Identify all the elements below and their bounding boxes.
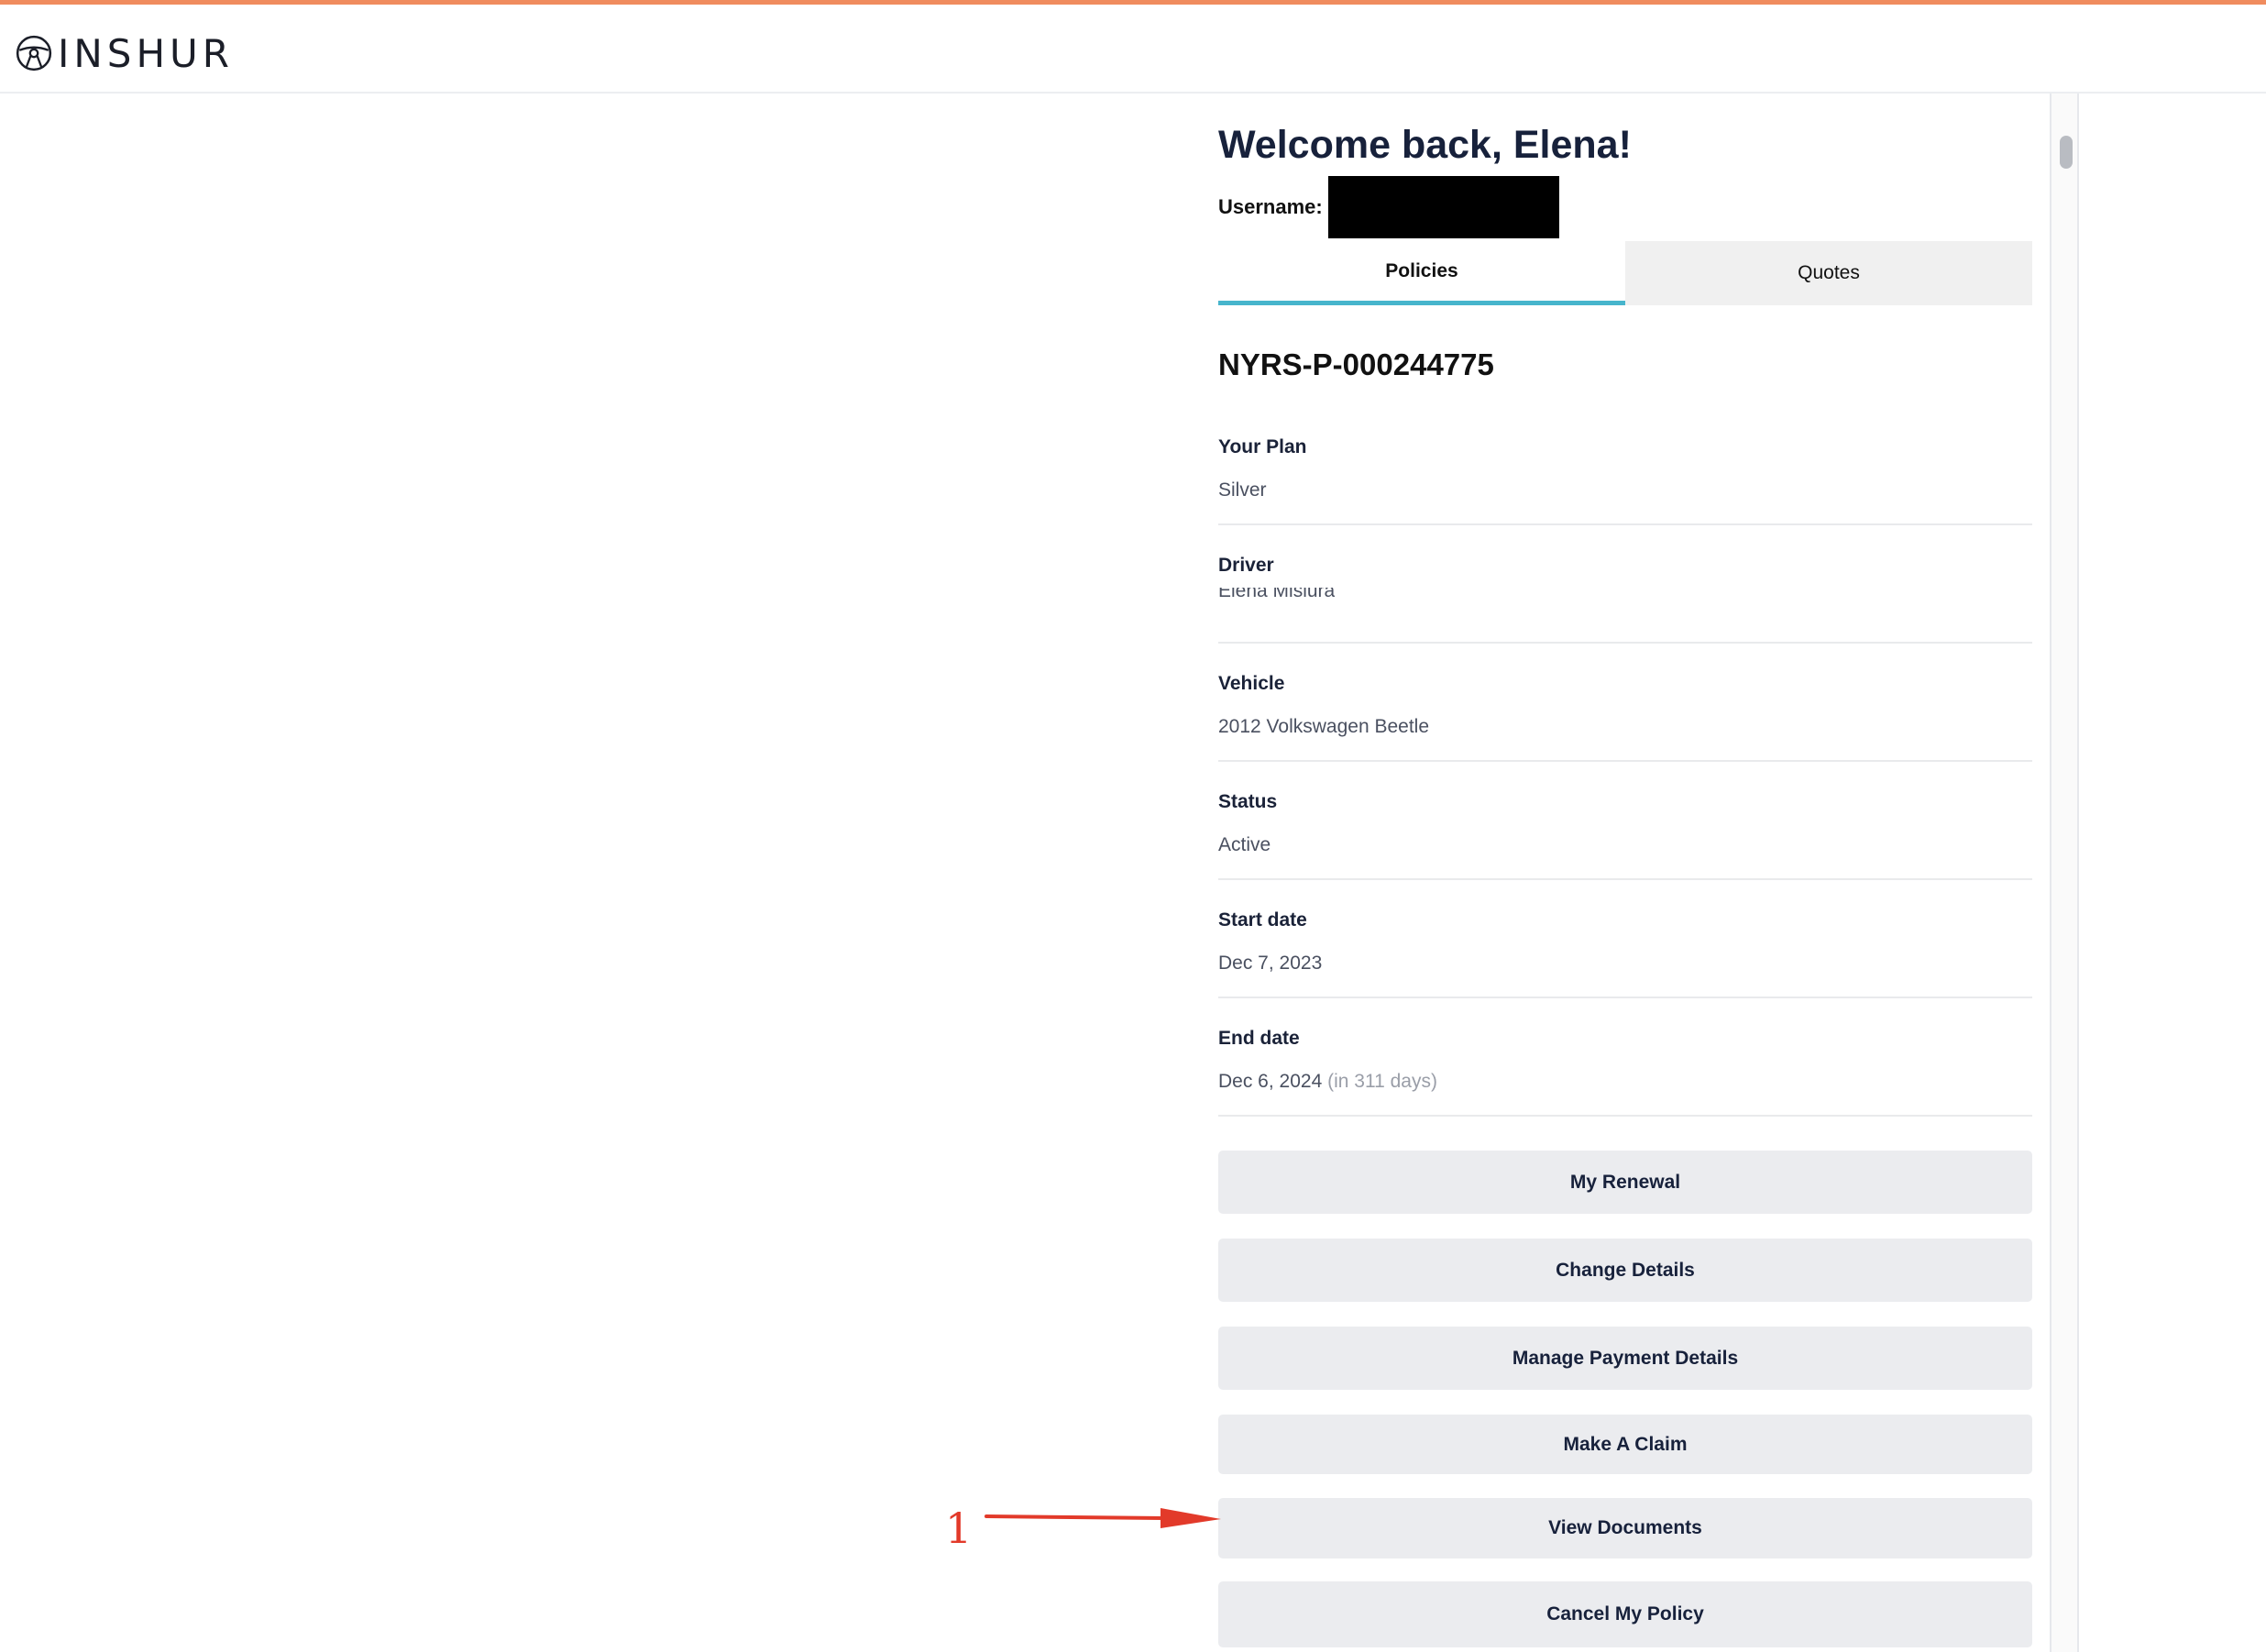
detail-label: Start date	[1218, 909, 1307, 931]
manage-payment-details-button[interactable]: Manage Payment Details	[1218, 1327, 2032, 1390]
username-redacted-box	[1327, 176, 1559, 238]
detail-row-plan: Your Plan Silver	[1218, 407, 2032, 525]
detail-value: Silver	[1218, 479, 1267, 501]
end-date-value: Dec 6, 2024	[1218, 1071, 1323, 1092]
detail-value: Dec 6, 2024 (in 311 days)	[1218, 1071, 1437, 1093]
detail-value: 2012 Volkswagen Beetle	[1218, 716, 1430, 737]
brand-logo[interactable]: INSHUR	[15, 30, 234, 76]
tab-quotes[interactable]: Quotes	[1625, 241, 2032, 305]
detail-row-start-date: Start date Dec 7, 2023	[1218, 880, 2032, 998]
policy-number: NYRS-P-000244775	[1218, 347, 1494, 381]
scrollbar-thumb[interactable]	[2060, 136, 2073, 169]
detail-value: Elena Misiura	[1218, 588, 1335, 606]
driver-name: Elena Misiura	[1218, 588, 1336, 601]
steering-wheel-icon	[16, 35, 52, 72]
change-details-button[interactable]: Change Details	[1218, 1239, 2032, 1302]
detail-row-status: Status Active	[1218, 762, 2032, 880]
detail-label: Status	[1218, 791, 1278, 812]
policy-tabs: Policies Quotes	[1218, 241, 2032, 305]
detail-label: Vehicle	[1218, 673, 1285, 694]
brand-name: INSHUR	[58, 30, 234, 76]
view-documents-button[interactable]: View Documents	[1218, 1498, 2032, 1558]
detail-label: Driver	[1218, 555, 1274, 576]
my-renewal-button[interactable]: My Renewal	[1218, 1151, 2032, 1214]
username-row: Username:	[1218, 176, 1559, 238]
make-a-claim-button[interactable]: Make A Claim	[1218, 1415, 2032, 1474]
site-header: INSHUR	[0, 5, 2266, 94]
annotation-number: 1	[945, 1503, 973, 1553]
vertical-scrollbar[interactable]	[2050, 94, 2079, 1652]
detail-row-end-date: End date Dec 6, 2024 (in 311 days)	[1218, 998, 2032, 1117]
cancel-my-policy-button[interactable]: Cancel My Policy	[1218, 1581, 2032, 1647]
detail-value: Dec 7, 2023	[1218, 953, 1323, 974]
policy-details: Your Plan Silver Driver Elena Misiura Ve…	[1218, 407, 2032, 1117]
detail-row-driver: Driver Elena Misiura	[1218, 525, 2032, 644]
detail-row-vehicle: Vehicle 2012 Volkswagen Beetle	[1218, 644, 2032, 762]
days-remaining-note: (in 311 days)	[1327, 1071, 1437, 1092]
annotation-arrow-icon	[984, 1508, 1221, 1528]
detail-label: Your Plan	[1218, 436, 1307, 457]
page-title: Welcome back, Elena!	[1218, 123, 1632, 167]
detail-value: Active	[1218, 834, 1271, 855]
tab-policies[interactable]: Policies	[1218, 241, 1625, 305]
username-label: Username:	[1218, 195, 1323, 218]
detail-label: End date	[1218, 1028, 1300, 1049]
